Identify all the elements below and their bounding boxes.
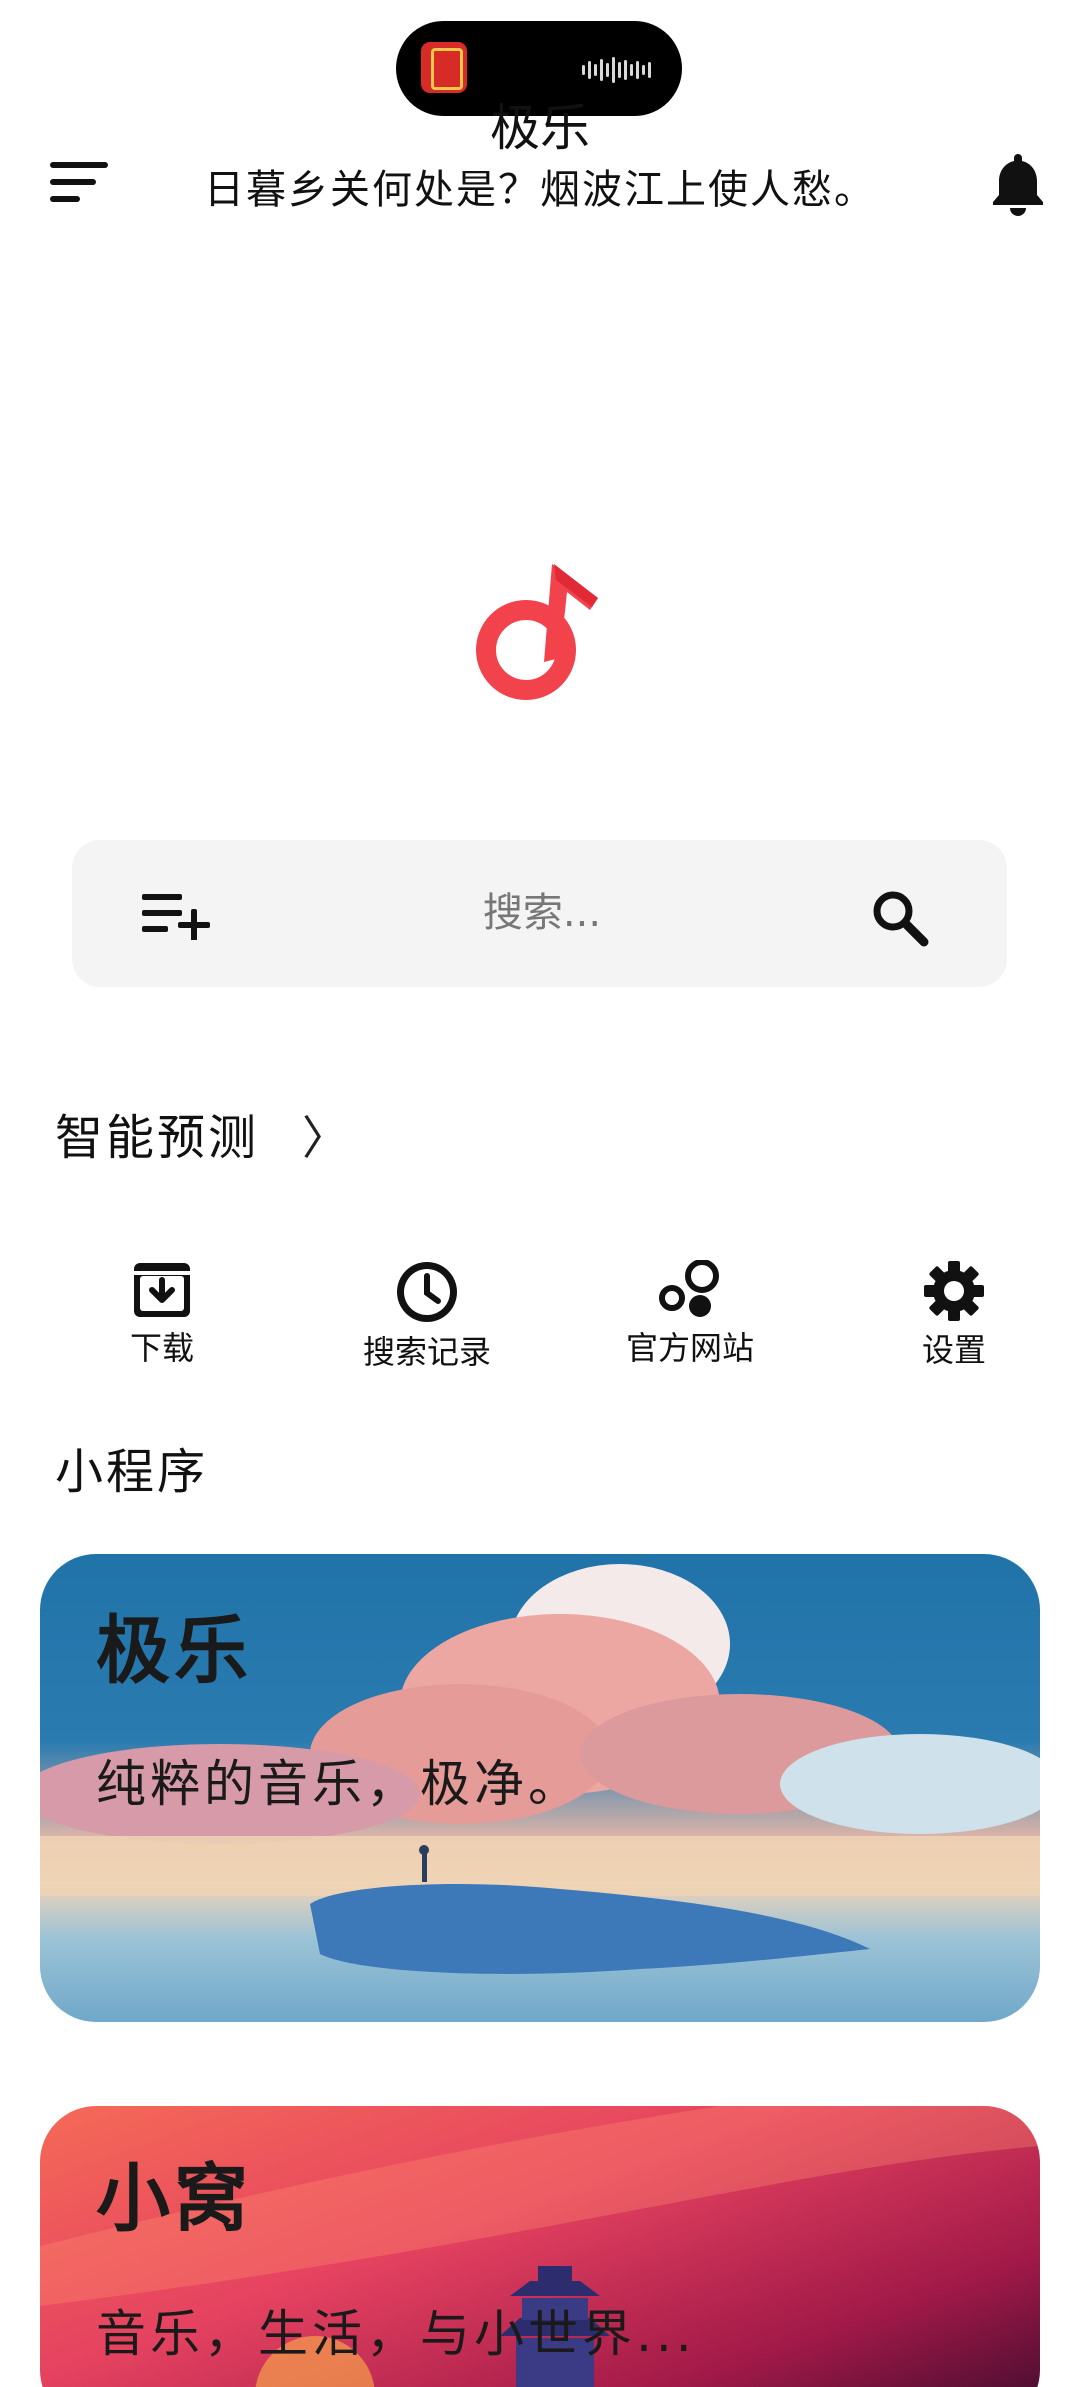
bubbles-icon	[659, 1260, 719, 1317]
search-input[interactable]	[272, 880, 812, 946]
settings-label: 设置	[921, 1331, 986, 1369]
download-button[interactable]: 下载	[62, 1260, 262, 1380]
settings-button[interactable]: 设置	[854, 1260, 1054, 1380]
official-website-label: 官方网站	[625, 1329, 754, 1367]
official-website-button[interactable]: 官方网站	[590, 1260, 790, 1380]
chevron-right-icon[interactable]: 〉	[302, 1106, 348, 1170]
mini-program-card-xiaowo[interactable]: 小窝 音乐，生活，与小世界...	[40, 2106, 1040, 2387]
playlist-add-icon[interactable]	[142, 892, 212, 940]
mini-programs-heading: 小程序	[55, 1444, 209, 1500]
music-note-logo	[476, 564, 598, 700]
card-title: 小窝	[96, 2156, 252, 2242]
audio-waveform-icon	[582, 57, 654, 83]
download-label: 下载	[129, 1329, 194, 1367]
download-box-icon	[134, 1263, 190, 1317]
search-history-button[interactable]: 搜索记录	[327, 1260, 527, 1380]
gear-icon	[924, 1261, 984, 1321]
search-bar[interactable]	[72, 840, 1007, 987]
app-title: 极乐	[490, 99, 590, 157]
now-playing-app-icon	[421, 42, 467, 93]
bell-icon[interactable]	[990, 150, 1046, 216]
card-subtitle: 纯粹的音乐，极净。	[96, 1755, 582, 1813]
search-history-label: 搜索记录	[362, 1333, 491, 1371]
card-subtitle: 音乐，生活，与小世界...	[96, 2305, 696, 2363]
card-title: 极乐	[96, 1608, 252, 1694]
history-clock-icon	[397, 1262, 457, 1322]
smart-predict-label[interactable]: 智能预测	[55, 1106, 259, 1170]
mini-program-card-jile[interactable]: 极乐 纯粹的音乐，极净。	[40, 1554, 1040, 2022]
poem-subtitle: 日暮乡关何处是？烟波江上使人愁。	[204, 167, 876, 213]
search-icon[interactable]	[870, 888, 930, 948]
